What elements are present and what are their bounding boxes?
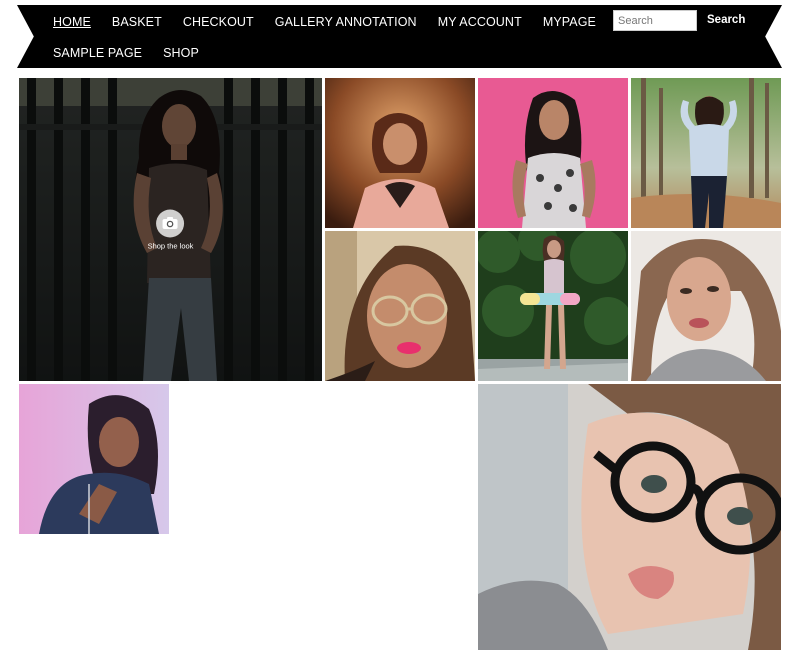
woman-long-hair-selfie-photo bbox=[631, 231, 781, 381]
gallery-tile-6[interactable] bbox=[478, 231, 628, 381]
search-input[interactable] bbox=[613, 10, 697, 31]
nav-item-sample-page[interactable]: SAMPLE PAGE bbox=[53, 46, 142, 60]
nav-item-shop[interactable]: SHOP bbox=[163, 46, 199, 60]
woman-denim-jacket-photo bbox=[19, 384, 169, 534]
camera-icon bbox=[156, 209, 185, 237]
woman-forest-path-photo bbox=[631, 78, 781, 228]
nav-item-my-account[interactable]: MY ACCOUNT bbox=[438, 15, 522, 29]
nav-item-home[interactable]: HOME bbox=[53, 15, 91, 29]
woman-skateboard-photo bbox=[478, 231, 628, 381]
gallery-tile-7[interactable] bbox=[631, 231, 781, 381]
gallery-tile-1[interactable]: Shop the look bbox=[19, 78, 322, 381]
gallery-tile-2[interactable] bbox=[325, 78, 475, 228]
nav-item-mypage[interactable]: MYPAGE bbox=[543, 15, 596, 29]
nav-menu-row-1: HOME BASKET CHECKOUT GALLERY ANNOTATION … bbox=[53, 15, 596, 29]
woman-pink-blazer-portrait-photo bbox=[325, 78, 475, 228]
woman-black-glasses-closeup-photo bbox=[478, 384, 781, 650]
nav-item-basket[interactable]: BASKET bbox=[112, 15, 162, 29]
shop-the-look[interactable]: Shop the look bbox=[147, 209, 194, 250]
search-button[interactable]: Search bbox=[707, 14, 745, 26]
gallery-tile-4[interactable] bbox=[631, 78, 781, 228]
gallery-tile-9[interactable] bbox=[478, 384, 781, 650]
main-navigation: HOME BASKET CHECKOUT GALLERY ANNOTATION … bbox=[17, 5, 782, 68]
gallery-tile-8[interactable] bbox=[19, 384, 169, 534]
woman-glasses-selfie-photo bbox=[325, 231, 475, 381]
gallery-tile-5[interactable] bbox=[325, 231, 475, 381]
nav-item-checkout[interactable]: CHECKOUT bbox=[183, 15, 254, 29]
nav-menu-row-2: SAMPLE PAGE SHOP bbox=[53, 46, 199, 60]
gallery-tile-3[interactable] bbox=[478, 78, 628, 228]
nav-item-gallery-annotation[interactable]: GALLERY ANNOTATION bbox=[275, 15, 417, 29]
woman-pink-background-photo bbox=[478, 78, 628, 228]
shop-the-look-label: Shop the look bbox=[147, 241, 194, 250]
